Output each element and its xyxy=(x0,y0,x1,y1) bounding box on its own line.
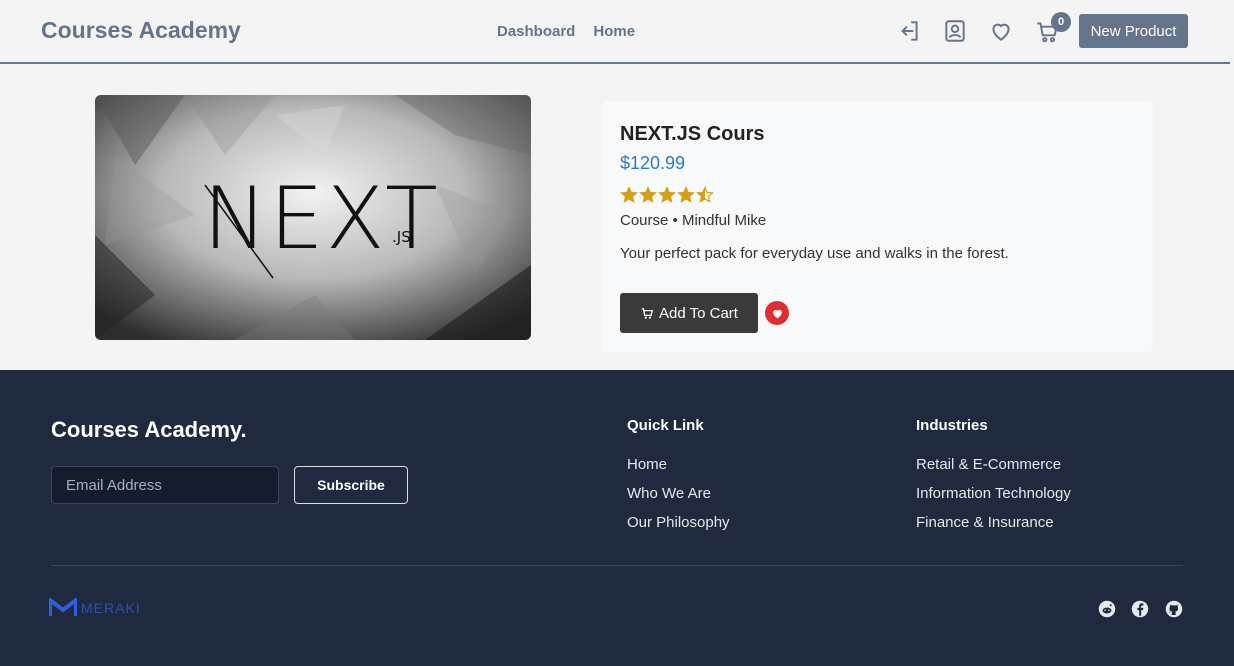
star-icon xyxy=(696,186,714,203)
heart-icon[interactable] xyxy=(987,17,1015,45)
product-category: Course xyxy=(620,212,669,229)
cart-count-badge: 0 xyxy=(1051,12,1071,32)
product-author: Mindful Mike xyxy=(681,212,767,229)
star-icon xyxy=(620,186,638,203)
product-price: $120.99 xyxy=(620,153,686,173)
add-to-cart-label: Add To Cart xyxy=(659,304,738,322)
footer-link-our-philosophy[interactable]: Our Philosophy xyxy=(627,514,730,531)
product-details-card: NEXT.JS Cours $120.99 Course • Mindful M… xyxy=(602,101,1153,352)
add-to-cart-button[interactable]: Add To Cart xyxy=(620,293,758,333)
product-meta: Course • Mindful Mike xyxy=(620,212,766,229)
main-nav: Dashboard Home xyxy=(497,23,635,40)
footer-link-it[interactable]: Information Technology xyxy=(916,485,1071,502)
footer-logo-text: MERAKI xyxy=(81,600,141,616)
subscribe-button[interactable]: Subscribe xyxy=(294,466,408,504)
brand-logo[interactable]: Courses Academy xyxy=(41,17,241,44)
email-input[interactable] xyxy=(51,466,279,504)
footer-link-home[interactable]: Home xyxy=(627,456,730,473)
product-title: NEXT.JS Cours xyxy=(620,123,765,145)
meta-separator: • xyxy=(672,212,678,229)
favorite-button[interactable] xyxy=(765,301,789,325)
footer-link-finance[interactable]: Finance & Insurance xyxy=(916,514,1071,531)
facebook-icon[interactable] xyxy=(1131,600,1149,618)
product-description: Your perfect pack for everyday use and w… xyxy=(620,245,1009,262)
footer-link-who-we-are[interactable]: Who We Are xyxy=(627,485,730,502)
quick-link-title: Quick Link xyxy=(627,417,704,434)
profile-icon[interactable] xyxy=(941,17,969,45)
footer-link-retail[interactable]: Retail & E-Commerce xyxy=(916,456,1071,473)
next-logo-suffix: .JS xyxy=(392,228,411,246)
next-logo-text: NEXT xyxy=(203,169,440,269)
industries-column: Industries Retail & E-Commerce Informati… xyxy=(916,417,1071,543)
star-icon xyxy=(639,186,657,203)
cart-icon xyxy=(641,308,654,319)
industries-title: Industries xyxy=(916,417,988,434)
product-image: NEXT .JS xyxy=(95,95,531,340)
star-icon xyxy=(677,186,695,203)
quick-link-column: Quick Link Home Who We Are Our Philosoph… xyxy=(627,417,730,543)
nav-link-dashboard[interactable]: Dashboard xyxy=(497,23,575,40)
nav-link-home[interactable]: Home xyxy=(593,23,635,40)
reddit-icon[interactable] xyxy=(1098,600,1116,618)
star-icon xyxy=(658,186,676,203)
footer-brand: Courses Academy. xyxy=(51,417,247,442)
footer-logo[interactable]: MERAKI xyxy=(49,598,141,618)
sign-out-icon[interactable] xyxy=(895,17,923,45)
github-icon[interactable] xyxy=(1165,600,1183,618)
site-footer: Courses Academy. Subscribe Quick Link Ho… xyxy=(0,370,1234,666)
new-product-button[interactable]: New Product xyxy=(1079,14,1188,48)
rating-stars xyxy=(620,186,714,204)
top-navbar: Courses Academy Dashboard Home 0 New Pro… xyxy=(0,0,1230,64)
footer-divider xyxy=(51,565,1183,566)
meraki-logo-icon xyxy=(49,598,77,616)
heart-icon xyxy=(772,309,782,318)
